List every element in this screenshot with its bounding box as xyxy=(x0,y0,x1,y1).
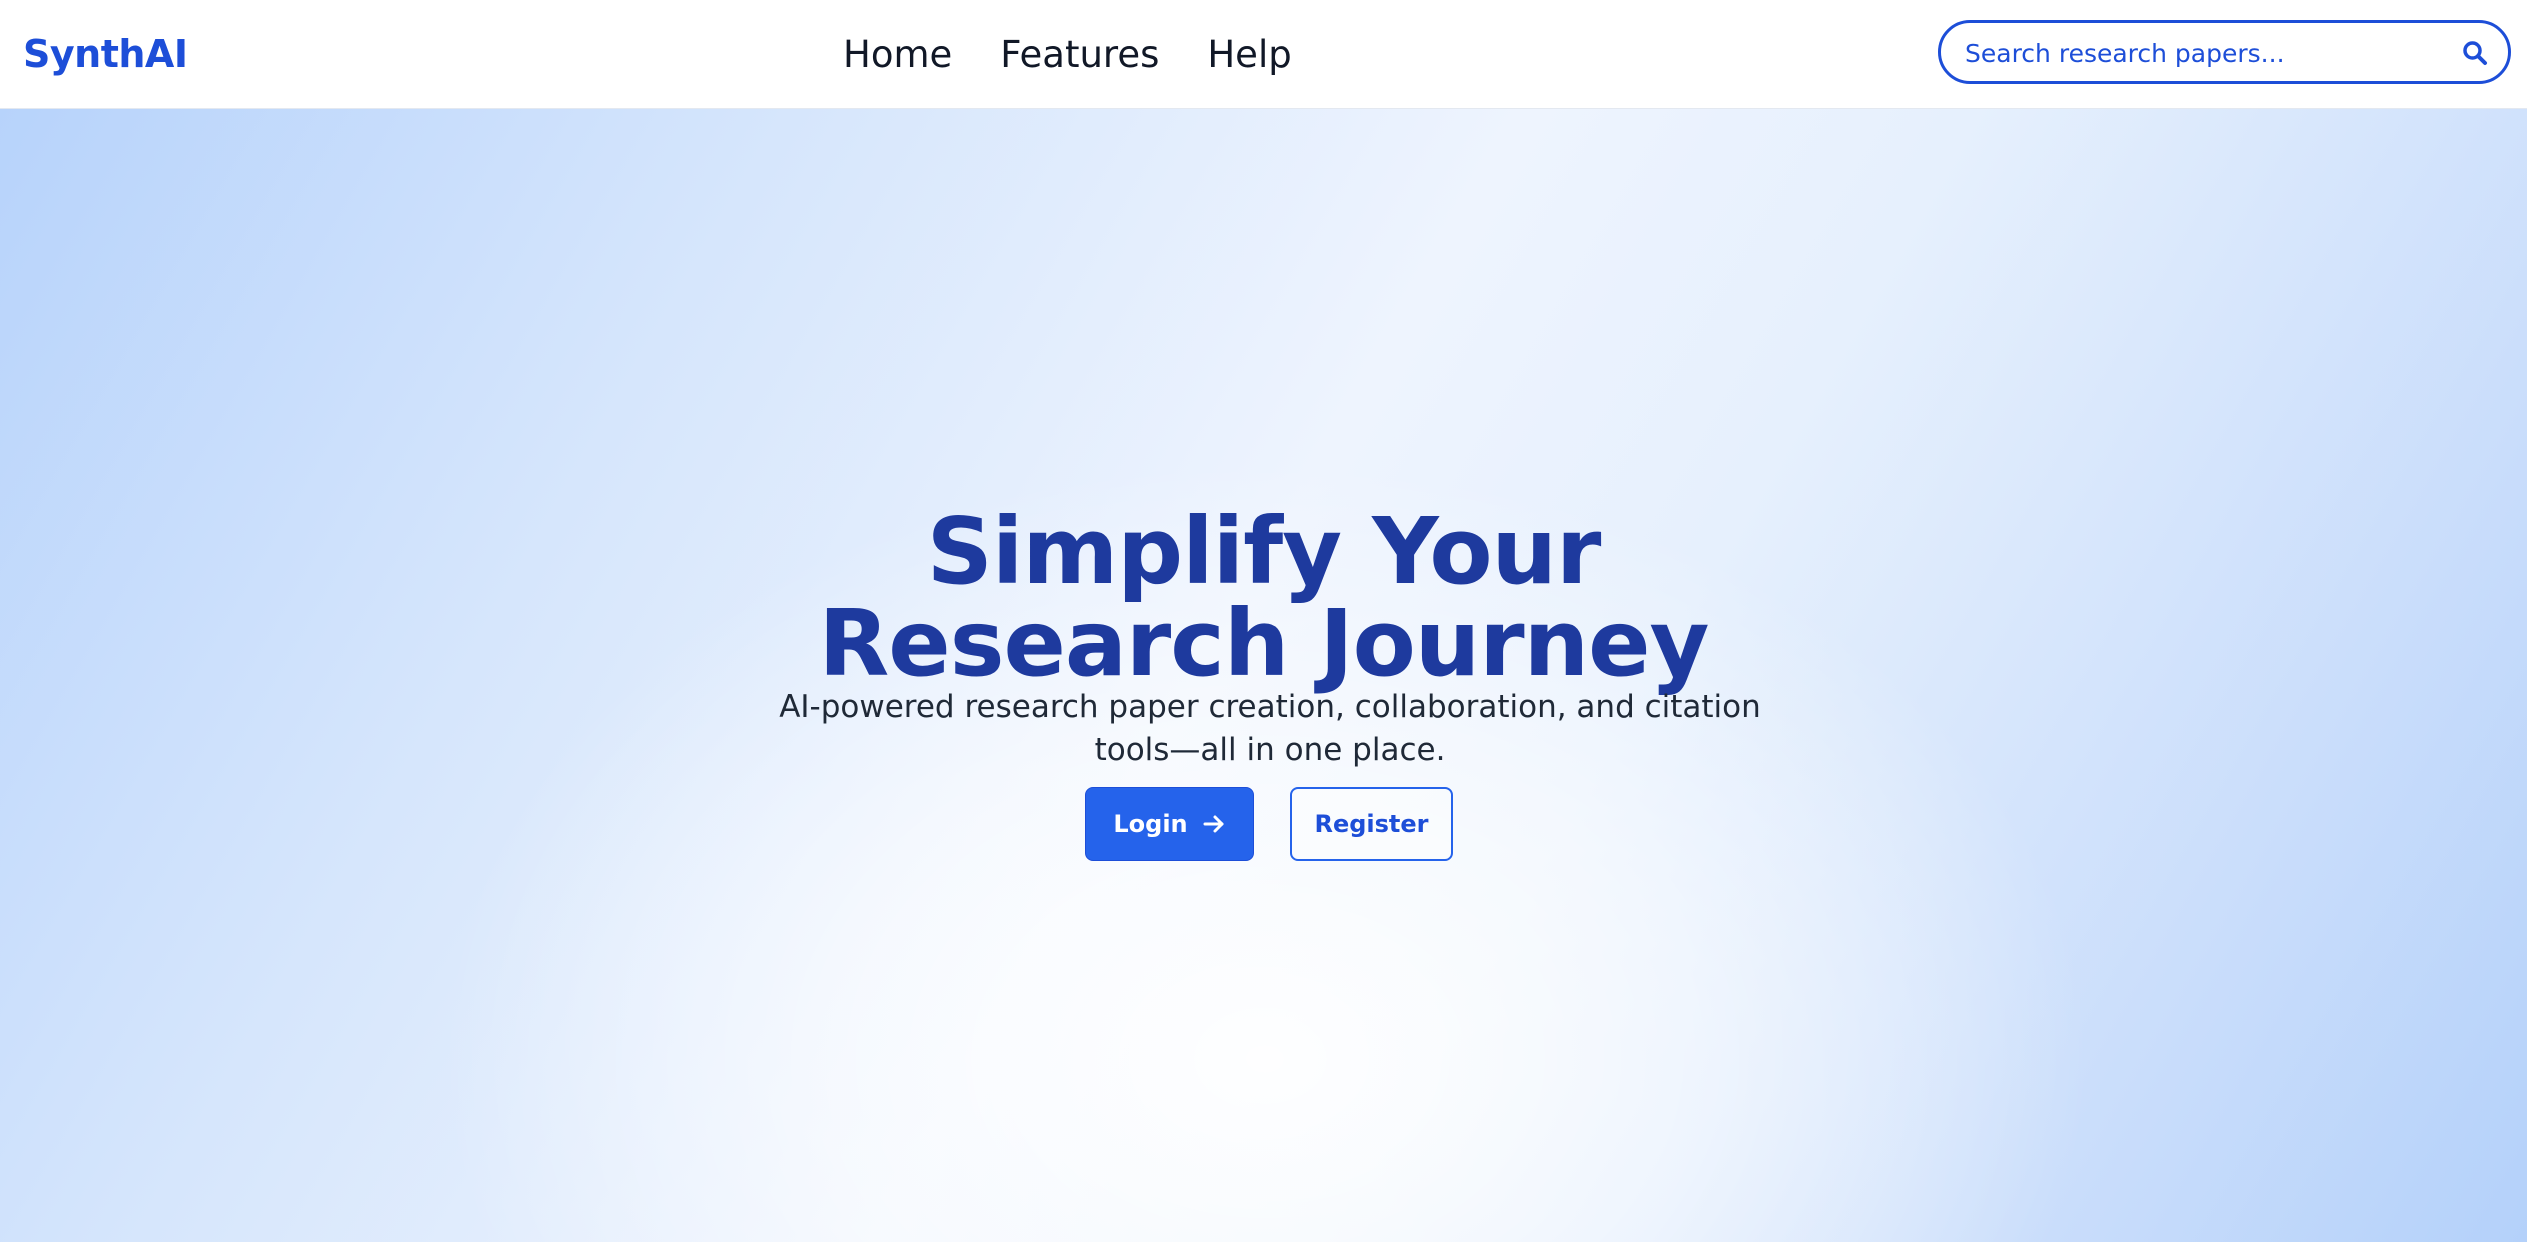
nav-features[interactable]: Features xyxy=(1000,30,1159,80)
login-label: Login xyxy=(1113,810,1188,838)
hero-title: Simplify Your Research Journey xyxy=(0,497,2527,697)
nav-help[interactable]: Help xyxy=(1207,30,1291,80)
register-label: Register xyxy=(1314,810,1429,838)
arrow-right-icon xyxy=(1203,815,1224,833)
search-input[interactable] xyxy=(1963,23,2447,83)
login-button[interactable]: Login xyxy=(1085,787,1254,861)
nav-home[interactable]: Home xyxy=(843,30,952,80)
logo[interactable]: SynthAI xyxy=(23,32,188,76)
page: SynthAI Home Features Help Simplify Your… xyxy=(0,0,2527,1242)
top-navbar: SynthAI Home Features Help xyxy=(0,0,2527,109)
register-button[interactable]: Register xyxy=(1290,787,1453,861)
hero-section: Simplify Your Research Journey AI-powere… xyxy=(0,109,2527,1242)
main-nav: Home Features Help xyxy=(843,30,1292,80)
hero-subtitle: AI-powered research paper creation, coll… xyxy=(779,689,1761,768)
search-bar xyxy=(1938,20,2511,84)
hero-title-line1: Simplify Your xyxy=(926,497,1602,605)
hero-title-line2: Research Journey xyxy=(818,589,1709,697)
search-icon[interactable] xyxy=(2462,40,2488,66)
